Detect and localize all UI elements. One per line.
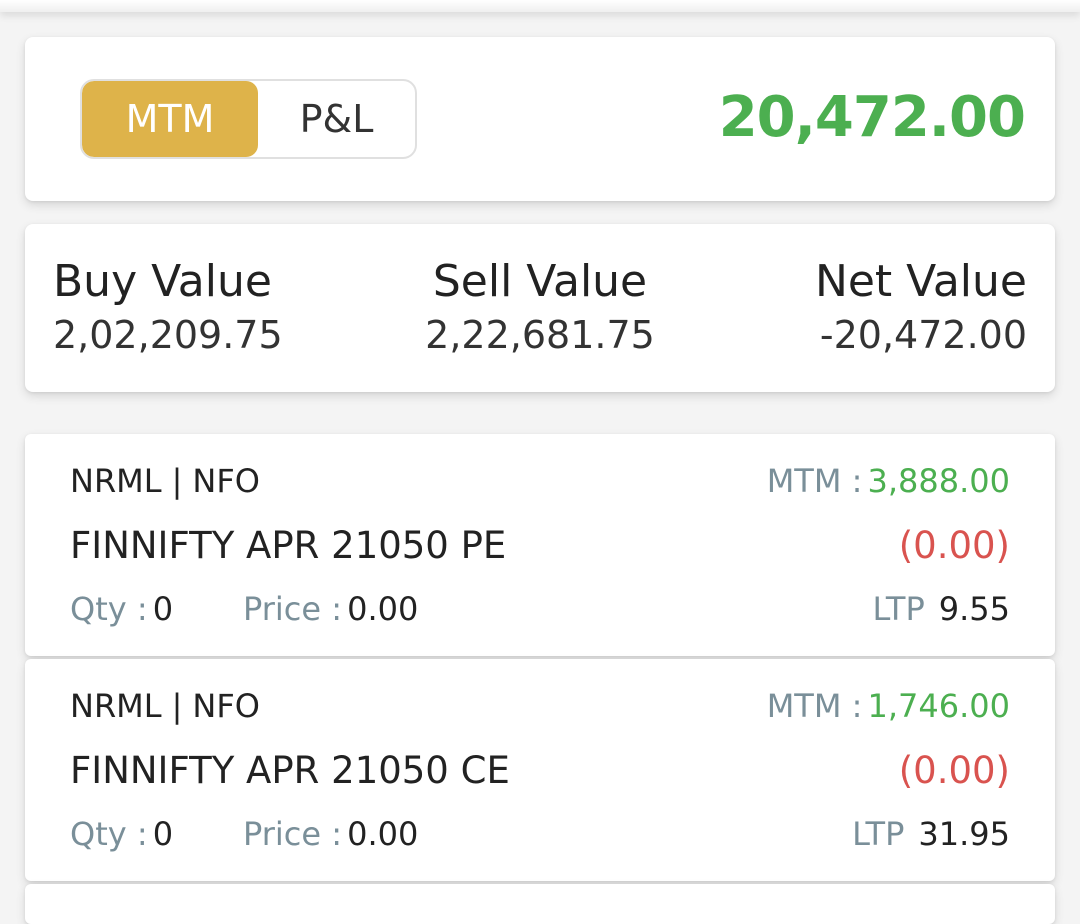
price-value: 0.00	[347, 815, 419, 853]
total-mtm-value: 20,472.00	[718, 85, 1026, 150]
exchange: NFO	[192, 687, 260, 725]
instrument-symbol: FINNIFTY APR 21050 PE	[70, 524, 507, 567]
summary-card: MTM P&L 20,472.00	[25, 37, 1055, 201]
ltp-label: LTP	[872, 590, 925, 628]
qty-group: Qty : 0	[70, 590, 243, 628]
product-type: NRML	[70, 687, 162, 725]
mtm-label: MTM :	[766, 687, 863, 725]
pnl-value: (0.00)	[898, 524, 1010, 567]
ltp-label: LTP	[852, 815, 905, 853]
app-header-edge	[0, 0, 1080, 12]
position-card-partial[interactable]	[25, 884, 1055, 924]
product-exchange: NRML | NFO	[70, 687, 260, 725]
price-group: Price : 0.00	[243, 815, 418, 853]
position-card[interactable]: NRML | NFO MTM : 3,888.00 FINNIFTY APR 210…	[25, 434, 1055, 656]
instrument-symbol: FINNIFTY APR 21050 CE	[70, 749, 510, 792]
pnl-value: (0.00)	[898, 749, 1010, 792]
qty-group: Qty : 0	[70, 815, 243, 853]
mtm-label: MTM :	[766, 462, 863, 500]
product-exchange: NRML | NFO	[70, 462, 260, 500]
ltp-value: 31.95	[918, 815, 1010, 853]
values-card: Buy Value 2,02,209.75 Sell Value 2,22,68…	[25, 224, 1055, 392]
separator: |	[171, 462, 183, 500]
net-value-column: Net Value -20,472.00	[815, 256, 1027, 357]
qty-label: Qty :	[70, 815, 148, 853]
qty-value: 0	[152, 815, 174, 853]
product-type: NRML	[70, 462, 162, 500]
qty-value: 0	[152, 590, 174, 628]
price-label: Price :	[243, 815, 343, 853]
net-value-amount: -20,472.00	[819, 313, 1027, 357]
price-value: 0.00	[347, 590, 419, 628]
net-value-label: Net Value	[814, 256, 1027, 307]
price-label: Price :	[243, 590, 343, 628]
qty-label: Qty :	[70, 590, 148, 628]
ltp-group: LTP 9.55	[872, 590, 1010, 628]
mtm-group: MTM : 1,746.00	[767, 687, 1010, 725]
ltp-value: 9.55	[938, 590, 1010, 628]
mtm-value: 3,888.00	[867, 462, 1011, 500]
mtm-tab[interactable]: MTM	[82, 81, 258, 157]
mtm-pnl-toggle[interactable]: MTM P&L	[80, 79, 417, 159]
mtm-value: 1,746.00	[867, 687, 1011, 725]
position-card[interactable]: NRML | NFO MTM : 1,746.00 FINNIFTY APR 210…	[25, 659, 1055, 881]
ltp-group: LTP 31.95	[852, 815, 1010, 853]
exchange: NFO	[192, 462, 260, 500]
price-group: Price : 0.00	[243, 590, 418, 628]
separator: |	[171, 687, 183, 725]
mtm-group: MTM : 3,888.00	[767, 462, 1010, 500]
pnl-tab[interactable]: P&L	[258, 81, 415, 157]
